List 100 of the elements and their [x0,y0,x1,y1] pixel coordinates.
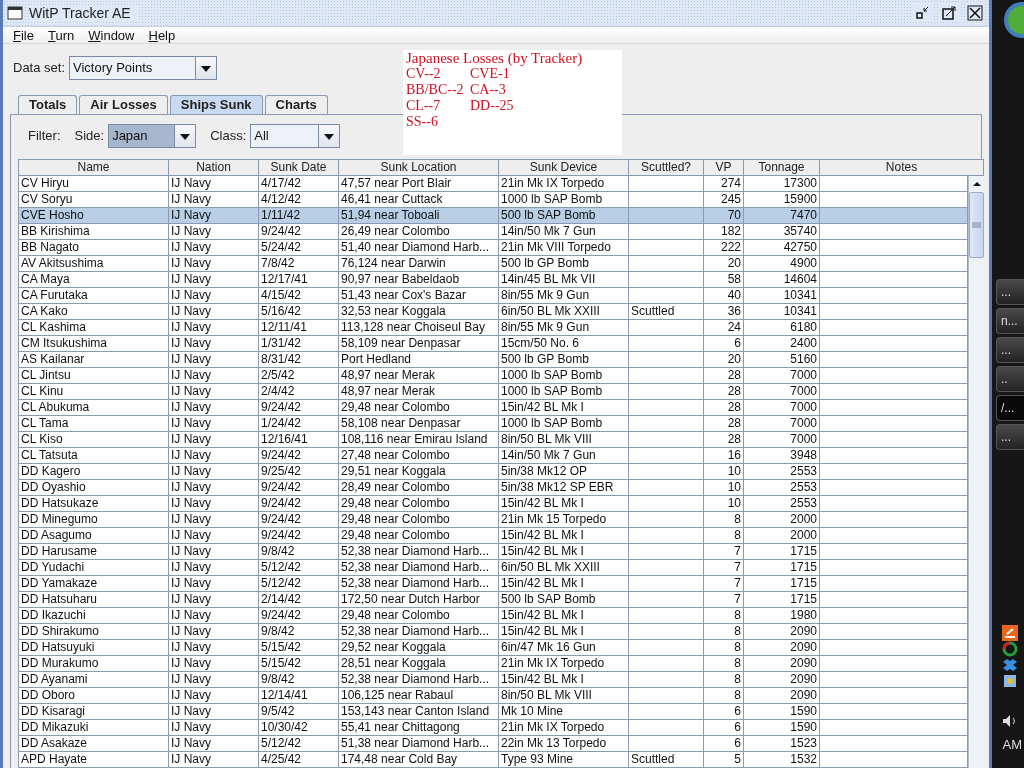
column-header[interactable]: Tonnage [744,160,820,176]
menu-item[interactable]: Window [88,27,135,43]
table-cell: 2090 [744,672,820,688]
column-header[interactable]: Nation [169,160,259,176]
column-header[interactable]: Name [19,160,169,176]
table-cell: 2000 [744,512,820,528]
scroll-thumb[interactable] [969,192,984,258]
maximize-button[interactable] [939,4,959,23]
close-button[interactable] [965,4,985,23]
table-cell: IJ Navy [169,240,259,256]
class-label: Class: [210,128,247,144]
tray-icon[interactable] [1002,673,1018,689]
tray-icon[interactable] [1002,657,1018,673]
table-cell: IJ Navy [169,416,259,432]
taskbar-button[interactable]: ... [996,337,1024,363]
loss-count: CL--7 [406,98,442,114]
table-cell: 5/24/42 [259,240,339,256]
table-cell: 6in/47 Mk 16 Gun [499,640,629,656]
table-cell: 51,43 near Cox's Bazar [339,288,499,304]
table-cell: BB Nagato [19,240,169,256]
table-cell: 29,52 near Koggala [339,640,499,656]
menu-item[interactable]: Help [148,27,176,43]
tab[interactable]: Ships Sunk [169,95,263,114]
table-cell: 5/16/42 [259,304,339,320]
table-cell: 21in Mk VIII Torpedo [499,240,629,256]
class-dropdown[interactable]: All [250,124,341,148]
table-cell: 7470 [744,208,820,224]
speaker-icon[interactable] [1002,713,1018,729]
table-cell: 2/14/42 [259,592,339,608]
column-header[interactable]: Sunk Location [339,160,499,176]
tray-icon[interactable] [1002,641,1018,657]
data-set-dropdown[interactable]: Victory Points [69,55,218,80]
table-cell: 113,128 near Choiseul Bay [339,320,499,336]
table-cell: 5/12/42 [259,576,339,592]
table-cell: 20 [704,352,744,368]
table-cell: 46,41 near Cuttack [339,192,499,208]
scroll-up-icon[interactable] [971,180,982,188]
table-cell: 8 [704,656,744,672]
table-cell: 4/15/42 [259,288,339,304]
table-cell: IJ Navy [169,752,259,768]
column-header[interactable]: VP [704,160,744,176]
table-cell: 1000 lb SAP Bomb [499,192,629,208]
table-cell: 8in/55 Mk 9 Gun [499,320,629,336]
tab[interactable]: Air Losses [79,95,168,114]
table-cell: DD Oyashio [19,480,169,496]
column-header[interactable]: Sunk Date [259,160,339,176]
table-cell: CV Soryu [19,192,169,208]
table-cell: DD Kisaragi [19,704,169,720]
loss-count: DD--25 [470,98,515,114]
menu-item[interactable]: Turn [47,27,75,43]
table-cell: 6 [704,720,744,736]
table-cell: 14604 [744,272,820,288]
table-cell: 12/14/41 [259,688,339,704]
table-cell: DD Ikazuchi [19,608,169,624]
table-cell: 58,108 near Denpasar [339,416,499,432]
tab[interactable]: Totals [18,95,78,114]
table-cell: IJ Navy [169,304,259,320]
table-cell: Port Hedland [339,352,499,368]
table-cell: 28 [704,432,744,448]
table-cell: 52,38 near Diamond Harb... [339,576,499,592]
column-header[interactable]: Scuttled? [629,160,704,176]
table-cell: IJ Navy [169,640,259,656]
table-cell: 58,109 near Denpasar [339,336,499,352]
table-cell: 9/24/42 [259,448,339,464]
table-cell: DD Ayanami [19,672,169,688]
table-cell: 55,41 near Chittagong [339,720,499,736]
taskbar-button[interactable]: ... [996,279,1024,305]
table-cell: 28,49 near Colombo [339,480,499,496]
table-cell: DD Asagumo [19,528,169,544]
table-cell: 500 lb GP Bomb [499,256,629,272]
side-dropdown[interactable]: Japan [108,124,197,148]
table-cell: 51,94 near Toboali [339,208,499,224]
taskbar-button[interactable]: .. [996,366,1024,392]
table-cell: IJ Navy [169,208,259,224]
table-cell: 48,97 near Merak [339,384,499,400]
scrollbar[interactable] [968,176,984,768]
taskbar-button[interactable]: n... [996,308,1024,334]
tab[interactable]: Charts [264,95,328,114]
table-cell: 9/24/42 [259,608,339,624]
table-cell: Scuttled [629,304,704,320]
table-cell: 5/12/42 [259,736,339,752]
table-cell: CL Jintsu [19,368,169,384]
table-cell: DD Yamakaze [19,576,169,592]
column-header[interactable]: Sunk Device [499,160,629,176]
table-cell: IJ Navy [169,704,259,720]
table-cell: CVE Hosho [19,208,169,224]
taskbar-button[interactable]: ... [996,424,1024,450]
table-cell: 5in/38 Mk12 SP EBR [499,480,629,496]
table-cell: 26,49 near Colombo [339,224,499,240]
table-cell: AS Kailanar [19,352,169,368]
loss-count: SS--6 [406,114,439,130]
taskbar-button[interactable]: /... [996,395,1024,421]
menu-item[interactable]: File [13,27,34,43]
table-cell: IJ Navy [169,320,259,336]
column-header[interactable]: Notes [820,160,984,176]
table-cell: 70 [704,208,744,224]
table-cell: IJ Navy [169,368,259,384]
table-cell: IJ Navy [169,176,259,192]
table-cell: 14in/50 Mk 7 Gun [499,448,629,464]
table-cell: 1/31/42 [259,336,339,352]
